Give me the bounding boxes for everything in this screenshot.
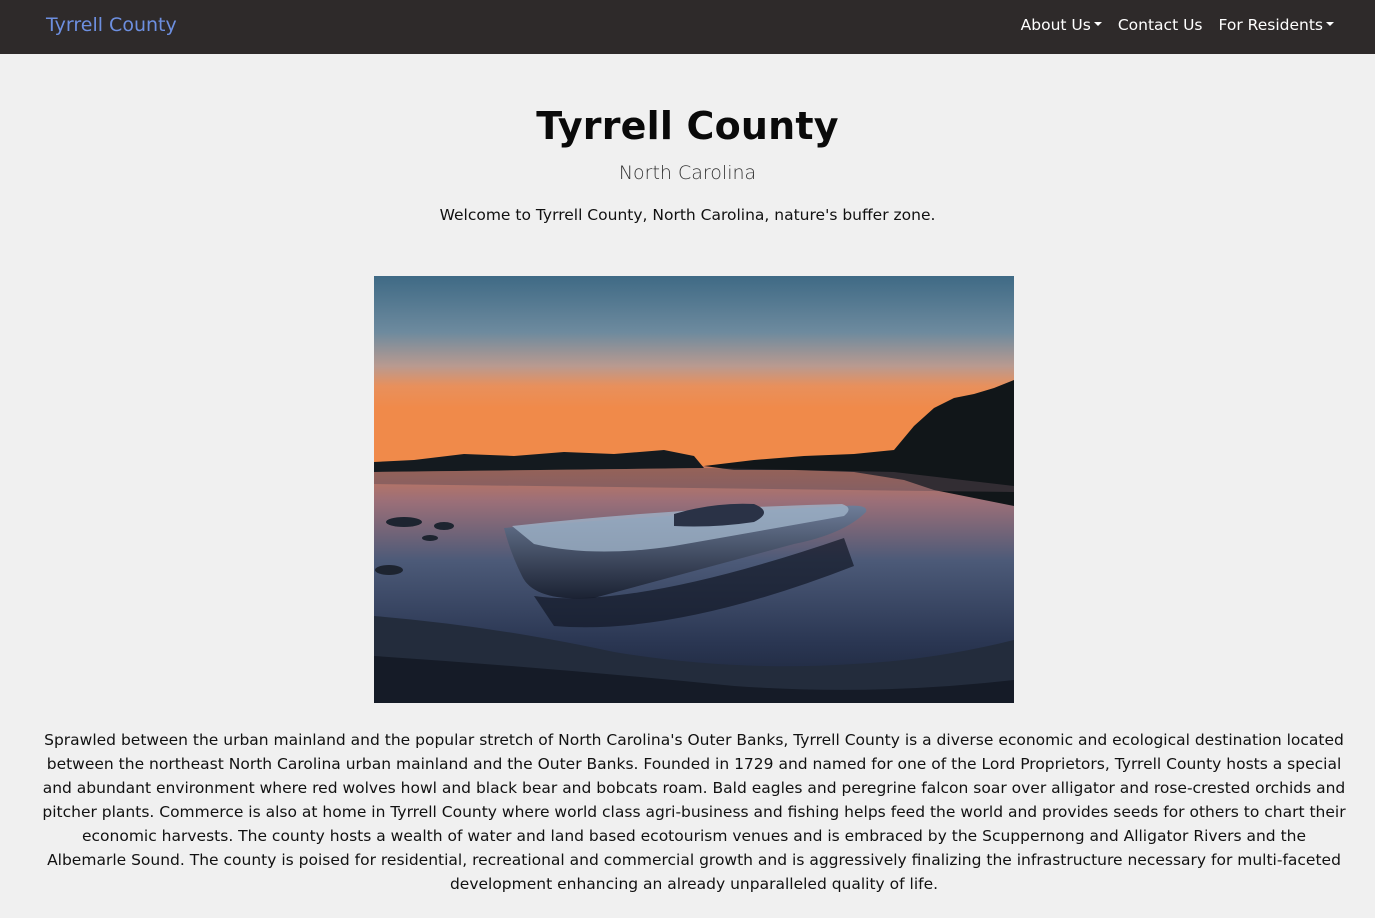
caret-down-icon: [1326, 22, 1334, 26]
caret-down-icon: [1093, 22, 1102, 26]
hero-image-kayak-sunset: [374, 276, 1014, 703]
brand-link[interactable]: Tyrrell County: [46, 14, 177, 36]
page-title: Tyrrell County: [536, 104, 839, 148]
nav-for-residents-label: For Residents: [1218, 16, 1324, 34]
nav-contact-us-label: Contact Us: [1117, 16, 1203, 34]
nav-links: About Us Contact Us For Residents: [1021, 16, 1334, 34]
page-subtitle: North Carolina: [618, 162, 757, 184]
nav-for-residents-dropdown[interactable]: For Residents: [1218, 16, 1334, 34]
nav-contact-us-link[interactable]: Contact Us: [1118, 16, 1203, 34]
nav-about-us-label: About Us: [1020, 16, 1091, 34]
top-navbar: Tyrrell County About Us Contact Us For R…: [0, 0, 1375, 54]
county-description: Sprawled between the urban mainland and …: [42, 731, 1346, 893]
welcome-text: Welcome to Tyrrell County, North Carolin…: [439, 206, 936, 224]
nav-about-us-dropdown[interactable]: About Us: [1021, 16, 1102, 34]
